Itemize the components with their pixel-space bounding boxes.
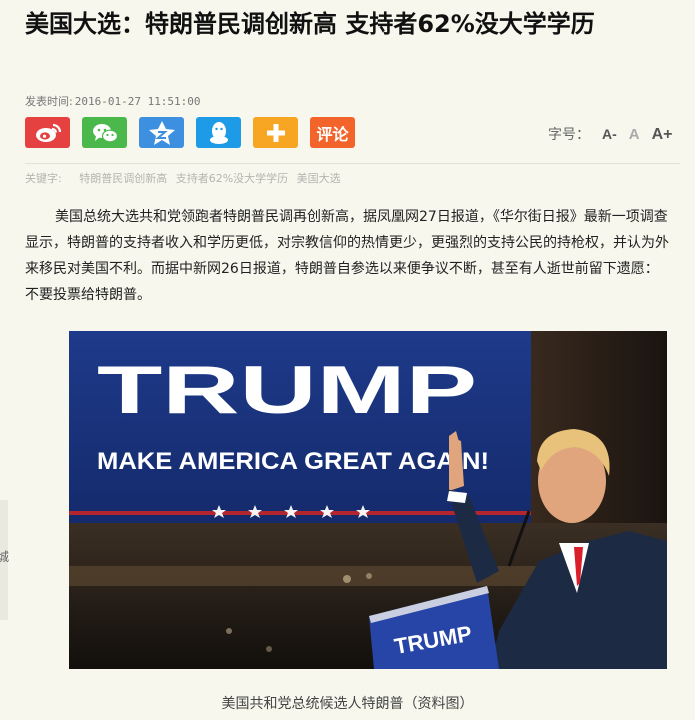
weibo-icon [35,123,61,142]
article-page: 城 美国大选：特朗普民调创新高 支持者62%没大学学历 发表时间: 2016-01… [0,0,695,720]
keyword-link[interactable]: 特朗普民调创新高 [79,172,167,185]
banner-title: TRUMP [97,352,477,428]
share-wechat-button[interactable] [82,117,127,148]
article-body: 美国总统大选共和党领跑者特朗普民调再创新高，据凤凰网27日报道，《华尔街日报》最… [25,209,669,303]
keywords-label: 关键字: [25,172,62,185]
header-divider [25,163,680,164]
keyword-link[interactable]: 美国大选 [297,172,341,185]
font-size-normal-button[interactable]: A [629,126,640,143]
qq-icon [209,121,228,144]
font-size-label: 字号： [548,127,590,143]
font-size-control: 字号： A- A A+ [548,124,673,144]
qzone-icon [148,120,175,145]
share-qzone-button[interactable] [139,117,184,148]
font-size-increase-button[interactable]: A+ [652,126,673,144]
banner-slogan: MAKE AMERICA GREAT AGAIN! [97,448,489,475]
share-qq-button[interactable] [196,117,241,148]
article-title: 美国大选：特朗普民调创新高 支持者62%没大学学历 [25,10,595,38]
publish-time: 2016-01-27 11:51:00 [74,95,201,108]
keywords-row: 关键字: 特朗普民调创新高 支持者62%没大学学历 美国大选 [25,170,346,186]
keyword-link[interactable]: 支持者62%没大学学历 [176,172,288,185]
publish-info: 发表时间: 2016-01-27 11:51:00 [25,93,201,109]
wechat-icon [92,123,118,142]
font-size-decrease-button[interactable]: A- [602,126,617,142]
share-bar: 评论 [25,117,367,149]
publish-label: 发表时间: [25,95,73,108]
comment-button[interactable]: 评论 [310,117,355,148]
article-photo: TRUMP MAKE AMERICA GREAT AGAIN! TRUMP [69,331,667,669]
left-edge-text: 城 [0,550,10,564]
photo-caption: 美国共和党总统候选人特朗普（资料图） [221,696,474,712]
share-more-button[interactable] [253,117,298,148]
plus-icon [266,123,285,142]
share-weibo-button[interactable] [25,117,70,148]
